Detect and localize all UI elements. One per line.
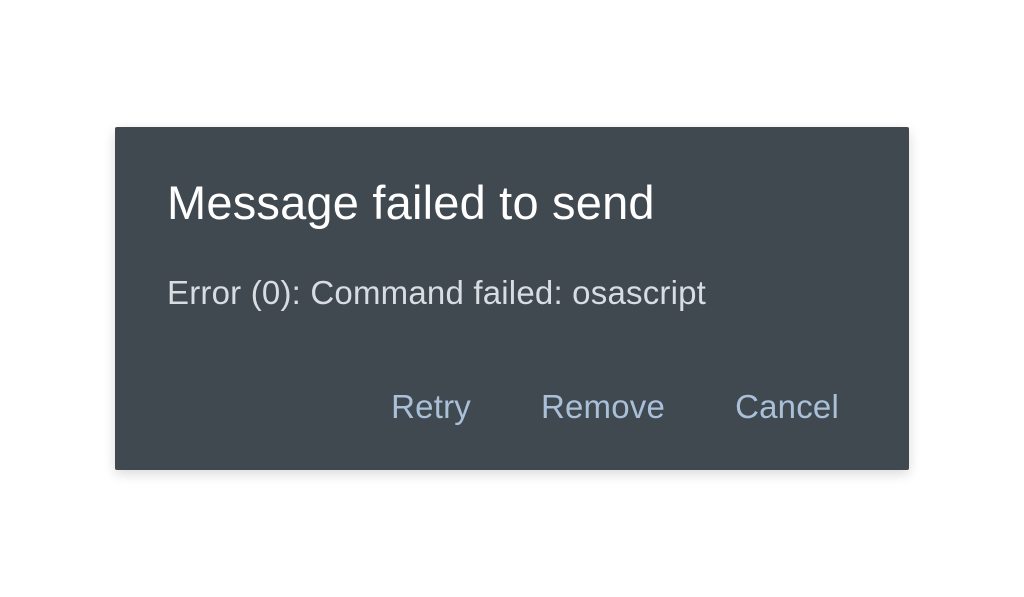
remove-button[interactable]: Remove [541,388,665,426]
error-dialog: Message failed to send Error (0): Comman… [115,127,909,470]
dialog-title: Message failed to send [167,175,857,230]
dialog-error-message: Error (0): Command failed: osascript [167,274,857,312]
cancel-button[interactable]: Cancel [735,388,839,426]
retry-button[interactable]: Retry [391,388,471,426]
dialog-button-row: Retry Remove Cancel [167,388,857,426]
